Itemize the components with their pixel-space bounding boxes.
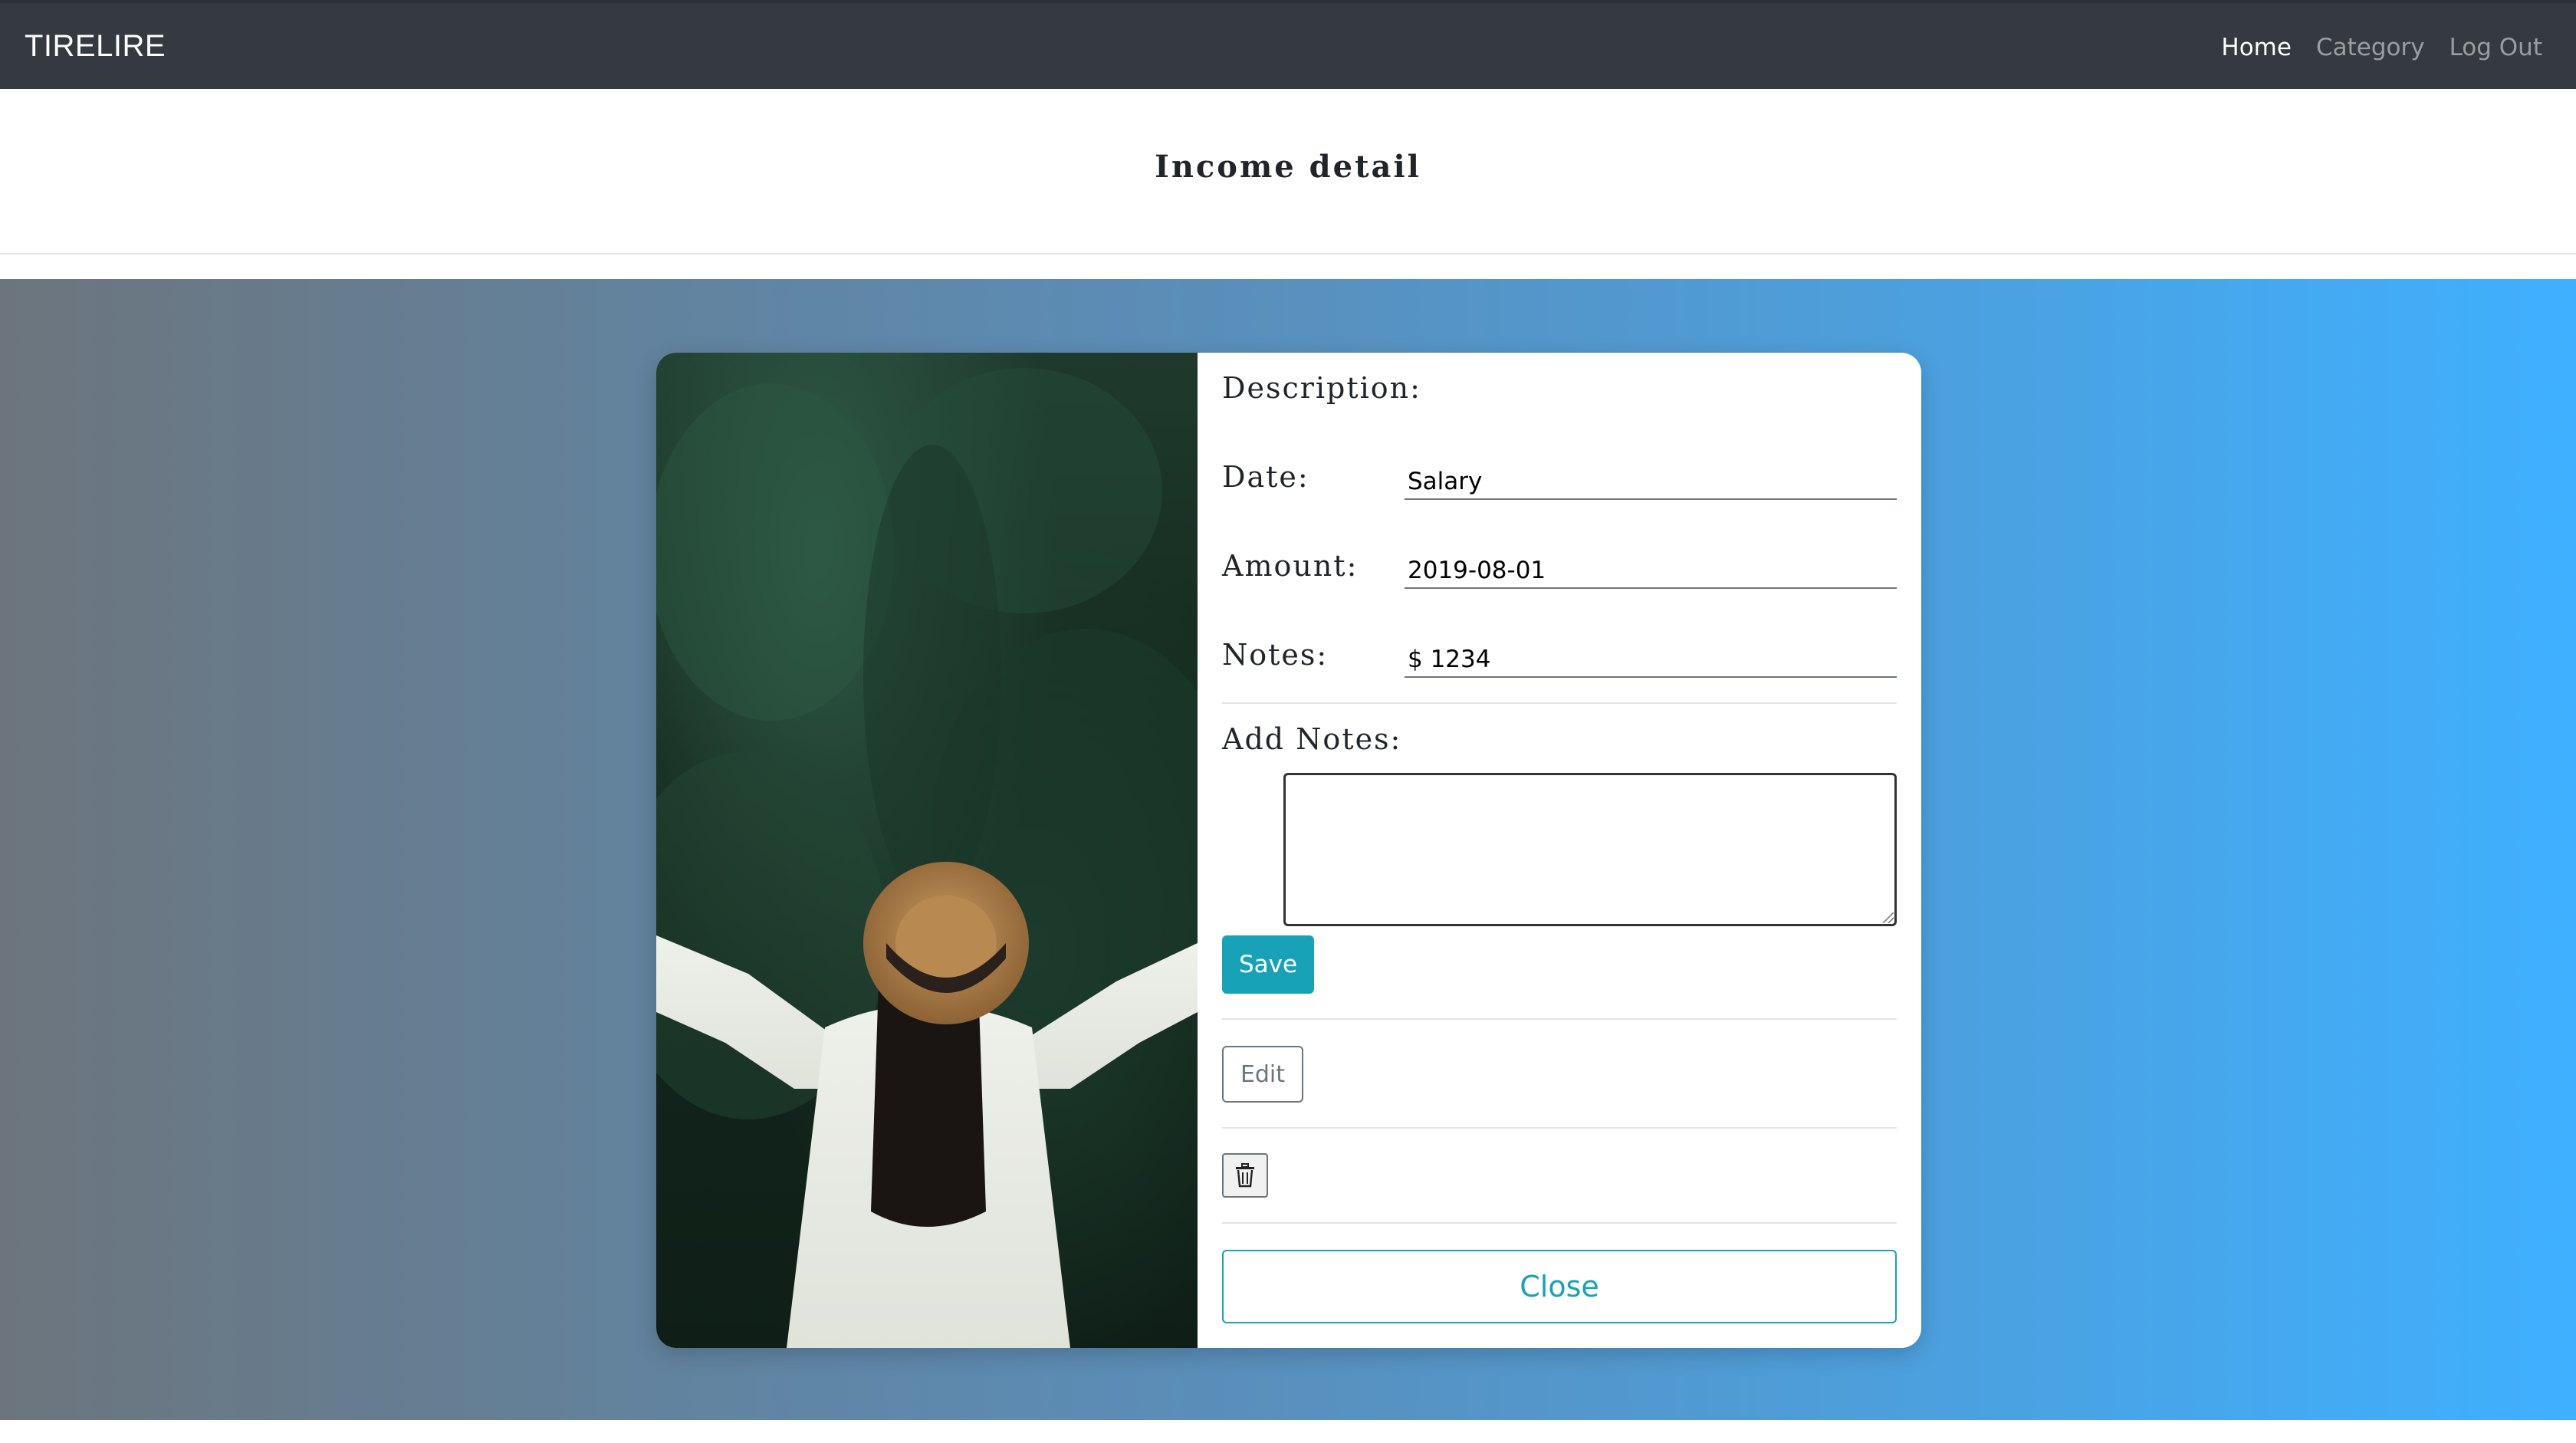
add-notes-textarea[interactable] bbox=[1283, 773, 1897, 926]
amount-value: $ 1234 bbox=[1408, 646, 1491, 673]
amount-label: Amount: bbox=[1222, 549, 1359, 583]
brand-logo[interactable]: TIRELIRE bbox=[25, 29, 166, 64]
save-button[interactable]: Save bbox=[1222, 935, 1314, 994]
date-label: Date: bbox=[1222, 460, 1309, 494]
nav-links: Home Category Log Out bbox=[2221, 34, 2542, 61]
add-notes-label: Add Notes: bbox=[1222, 722, 1402, 756]
description-field: Salary bbox=[1405, 466, 1897, 500]
date-field: 2019-08-01 bbox=[1405, 555, 1897, 589]
detail-panel: Description: Salary Date: 2019-08-01 Amo… bbox=[1198, 353, 1921, 1348]
page-title: Income detail bbox=[1155, 149, 1421, 185]
card-photo bbox=[656, 353, 1198, 1348]
divider bbox=[1222, 1018, 1897, 1020]
divider bbox=[1222, 1127, 1897, 1129]
income-detail-card: Description: Salary Date: 2019-08-01 Amo… bbox=[656, 353, 1921, 1348]
divider bbox=[1222, 702, 1897, 704]
trash-icon bbox=[1236, 1163, 1254, 1188]
nav-link-category[interactable]: Category bbox=[2316, 34, 2425, 61]
divider bbox=[1222, 1222, 1897, 1224]
delete-button[interactable] bbox=[1222, 1153, 1268, 1198]
hero-section: Description: Salary Date: 2019-08-01 Amo… bbox=[0, 279, 2576, 1420]
description-value: Salary bbox=[1408, 468, 1483, 495]
page-header: Income detail bbox=[0, 89, 2576, 255]
nav-link-home[interactable]: Home bbox=[2221, 34, 2292, 61]
amount-field: $ 1234 bbox=[1405, 644, 1897, 678]
notes-label: Notes: bbox=[1222, 638, 1329, 672]
edit-button[interactable]: Edit bbox=[1222, 1046, 1303, 1103]
woman-with-hat-illustration bbox=[656, 368, 1198, 1348]
description-label: Description: bbox=[1222, 371, 1421, 405]
nav-link-logout[interactable]: Log Out bbox=[2450, 34, 2542, 61]
top-navbar: TIRELIRE Home Category Log Out bbox=[0, 0, 2576, 89]
close-button[interactable]: Close bbox=[1222, 1250, 1897, 1323]
date-value: 2019-08-01 bbox=[1408, 557, 1546, 584]
